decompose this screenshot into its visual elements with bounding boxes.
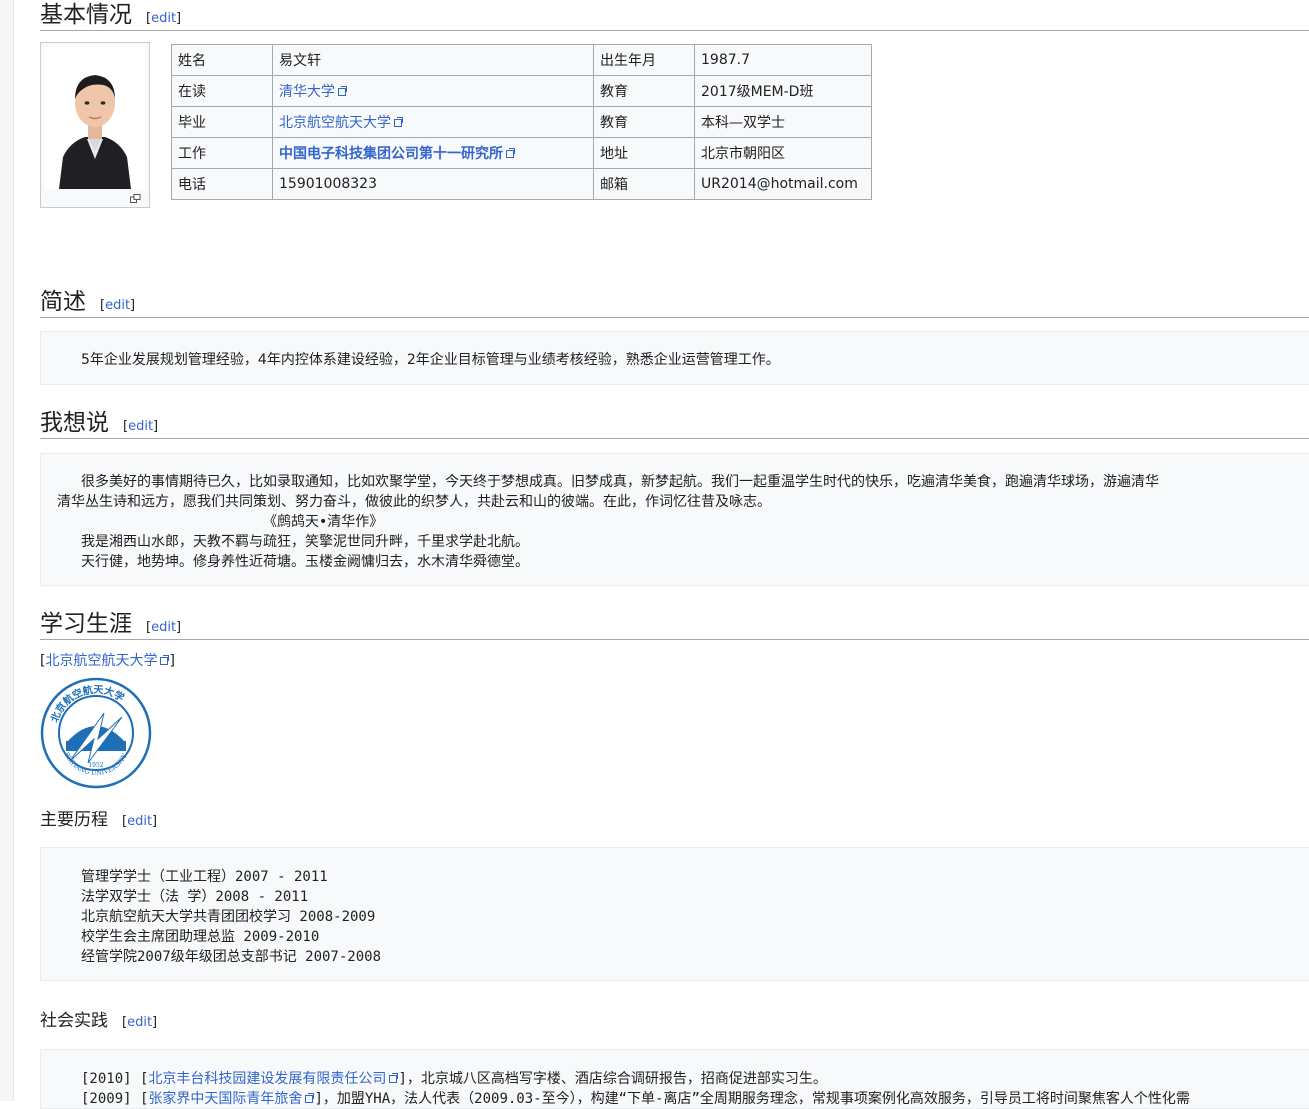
- external-link-icon: [160, 655, 170, 665]
- section-heading-summary: 简述 [edit]: [40, 287, 1309, 318]
- label-education: 教育: [593, 106, 695, 138]
- history-line: 校学生会主席团助理总监 2009-2010: [81, 929, 320, 945]
- value-birth: 1987.7: [694, 44, 872, 76]
- external-link-icon: [506, 148, 515, 158]
- history-line: 北京航空航天大学共青团团校学习 2008-2009: [81, 909, 376, 925]
- thoughts-line: 清华丛生诗和远方，愿我们共同策划、努力奋斗，做彼此的织梦人，共赴云和山的彼端。在…: [57, 494, 771, 510]
- section-title: 学习生涯: [40, 611, 132, 637]
- table-row: 在读 清华大学 教育 2017级MEM-D班: [171, 75, 872, 107]
- label-work: 工作: [171, 137, 273, 169]
- section-heading-study: 学习生涯 [edit]: [40, 609, 1309, 640]
- poem-line: 天行健，地势坤。修身养性近荷塘。玉楼金阙慵归去，水木清华舜德堂。: [81, 554, 529, 570]
- section-heading-history: 主要历程 [edit]: [40, 810, 158, 830]
- label-address: 地址: [593, 137, 695, 169]
- section-title: 社会实践: [40, 1011, 108, 1031]
- poem-title: 《鹧鸪天•清华作》: [263, 514, 384, 530]
- table-row: 工作 中国电子科技集团公司第十一研究所 地址 北京市朝阳区: [171, 137, 872, 169]
- label-name: 姓名: [171, 44, 273, 76]
- edit-link[interactable]: edit: [128, 419, 153, 434]
- section-heading-basic: 基本情况 [edit]: [40, 0, 1309, 31]
- enlarge-icon[interactable]: [130, 194, 141, 203]
- label-enrolled: 在读: [171, 75, 273, 107]
- profile-photo-thumb[interactable]: [40, 42, 150, 208]
- thoughts-line: 很多美好的事情期待已久，比如录取通知，比如欢聚学堂，今天终于梦想成真。旧梦成真，…: [81, 474, 1159, 490]
- external-link-icon: [389, 1073, 399, 1083]
- section-title: 基本情况: [40, 2, 132, 28]
- value-phone: 15901008323: [272, 168, 594, 200]
- thoughts-box: 很多美好的事情期待已久，比如录取通知，比如欢聚学堂，今天终于梦想成真。旧梦成真，…: [40, 453, 1309, 586]
- link-employer[interactable]: 中国电子科技集团公司第十一研究所: [279, 146, 503, 162]
- table-row: 毕业 北京航空航天大学 教育 本科—双学士: [171, 106, 872, 138]
- value-email: UR2014@hotmail.com: [694, 168, 872, 200]
- history-line: 法学双学士（法 学）2008 - 2011: [81, 889, 309, 905]
- edit-link[interactable]: edit: [127, 814, 152, 829]
- value-education: 本科—双学士: [694, 106, 872, 138]
- link-beihang-school[interactable]: 北京航空航天大学: [45, 653, 157, 669]
- social-line: [2010] [北京丰台科技园建设发展有限责任公司]，北京城八区高档写字楼、酒店…: [81, 1071, 827, 1087]
- link-tsinghua[interactable]: 清华大学: [279, 84, 335, 100]
- label-birth: 出生年月: [593, 44, 695, 76]
- summary-box: 5年企业发展规划管理经验，4年内控体系建设经验，2年企业目标管理与业绩考核经验，…: [40, 331, 1309, 385]
- section-heading-social: 社会实践 [edit]: [40, 1011, 158, 1031]
- link-fengtai-park[interactable]: 北京丰台科技园建设发展有限责任公司: [148, 1071, 386, 1087]
- edit-link[interactable]: edit: [105, 298, 130, 313]
- value-education: 2017级MEM-D班: [694, 75, 872, 107]
- section-title: 主要历程: [40, 810, 108, 830]
- history-box: 管理学学士（工业工程）2007 - 2011 法学双学士（法 学）2008 - …: [40, 847, 1309, 981]
- school-link-line: [北京航空航天大学]: [40, 653, 175, 669]
- label-education: 教育: [593, 75, 695, 107]
- poem-line: 我是湘西山水郎，天教不羁与疏狂，笑擎泥世同升畔，千里求学赴北航。: [81, 534, 529, 550]
- left-rail: [0, 0, 14, 1101]
- link-hostel[interactable]: 张家界中天国际青年旅舍: [148, 1091, 302, 1107]
- section-heading-thoughts: 我想说 [edit]: [40, 408, 1309, 439]
- label-graduated: 毕业: [171, 106, 273, 138]
- summary-text: 5年企业发展规划管理经验，4年内控体系建设经验，2年企业目标管理与业绩考核经验，…: [81, 352, 780, 368]
- label-phone: 电话: [171, 168, 273, 200]
- logo-year: 1952: [88, 762, 103, 769]
- info-table: 姓名 易文轩 出生年月 1987.7 在读 清华大学 教育 2017级MEM-D…: [171, 44, 872, 200]
- external-link-icon: [338, 86, 347, 96]
- table-row: 姓名 易文轩 出生年月 1987.7: [171, 44, 872, 76]
- social-box: [2010] [北京丰台科技园建设发展有限责任公司]，北京城八区高档写字楼、酒店…: [40, 1049, 1309, 1109]
- table-row: 电话 15901008323 邮箱 UR2014@hotmail.com: [171, 168, 872, 200]
- social-line: [2009] [张家界中天国际青年旅舍]，加盟YHA，法人代表（2009.03-…: [81, 1091, 1190, 1107]
- value-address: 北京市朝阳区: [694, 137, 872, 169]
- history-line: 管理学学士（工业工程）2007 - 2011: [81, 869, 328, 885]
- link-beihang[interactable]: 北京航空航天大学: [279, 115, 391, 131]
- history-line: 经管学院2007级年级团总支部书记 2007-2008: [81, 949, 382, 965]
- profile-photo[interactable]: [45, 47, 145, 189]
- edit-link[interactable]: edit: [127, 1015, 152, 1030]
- section-title: 我想说: [40, 410, 109, 436]
- edit-link[interactable]: edit: [151, 11, 176, 26]
- beihang-logo[interactable]: 北京航空航天大学 BEIHANG UNIVERSITY 1952: [40, 677, 152, 789]
- section-title: 简述: [40, 289, 86, 315]
- edit-link[interactable]: edit: [151, 620, 176, 635]
- label-email: 邮箱: [593, 168, 695, 200]
- value-name: 易文轩: [272, 44, 594, 76]
- external-link-icon: [394, 117, 403, 127]
